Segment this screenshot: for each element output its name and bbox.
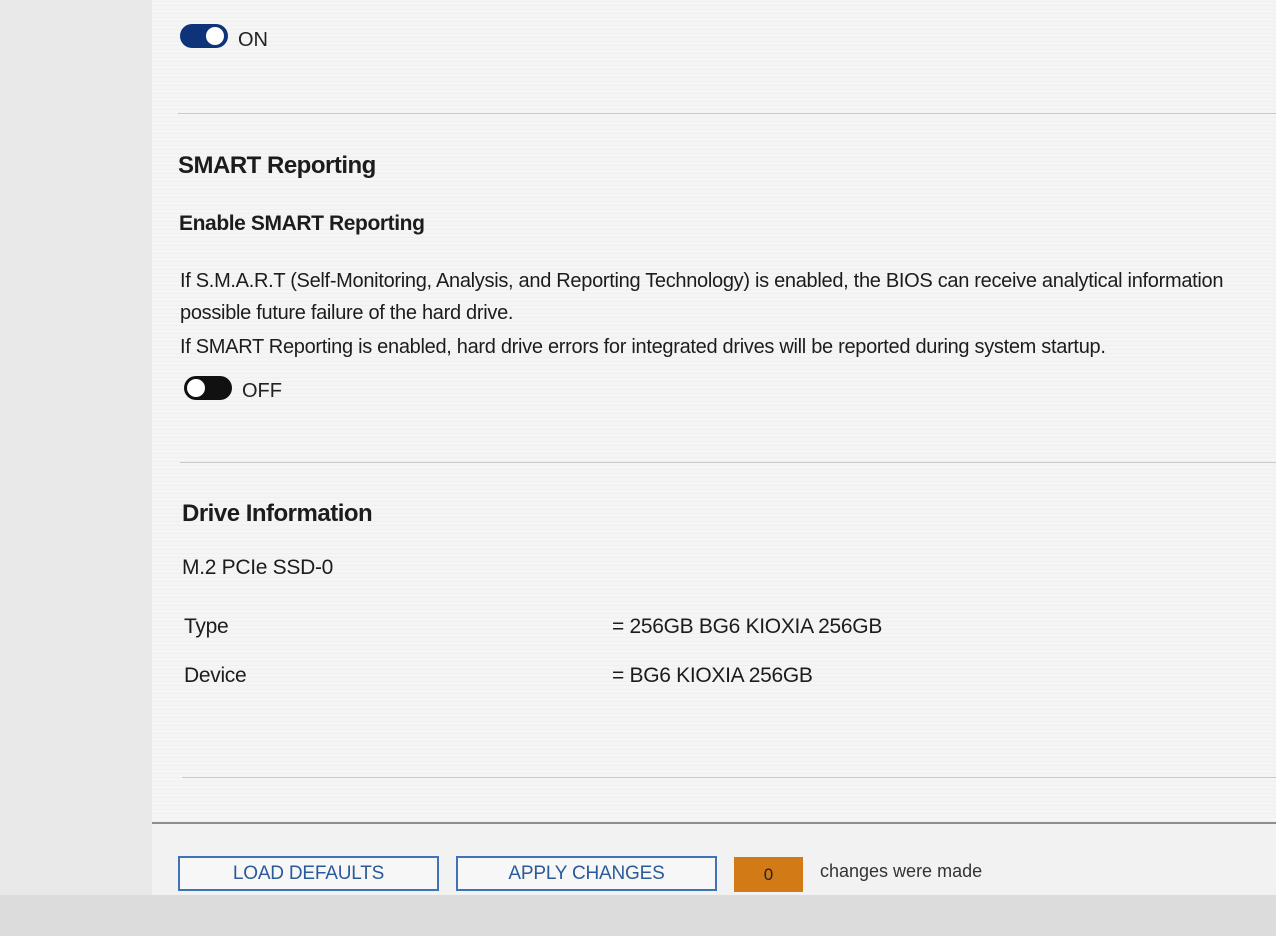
section-divider bbox=[180, 462, 1276, 463]
drive-device-key: Device bbox=[184, 664, 247, 687]
drive-type-key: Type bbox=[184, 615, 229, 638]
changes-count-badge: 0 bbox=[734, 857, 803, 892]
toggle-knob bbox=[187, 379, 205, 397]
drive-information-heading: Drive Information bbox=[182, 500, 373, 527]
smart-toggle-label: OFF bbox=[242, 380, 282, 402]
smart-description-line-3: If SMART Reporting is enabled, hard driv… bbox=[180, 336, 1106, 358]
smart-reporting-toggle[interactable] bbox=[184, 376, 232, 400]
screen-bottom-edge bbox=[0, 895, 1276, 936]
drive-device-value: = BG6 KIOXIA 256GB bbox=[612, 664, 813, 687]
smart-reporting-heading: SMART Reporting bbox=[178, 152, 376, 179]
top-toggle-label: ON bbox=[238, 29, 268, 51]
settings-panel: ON SMART Reporting Enable SMART Reportin… bbox=[152, 0, 1276, 822]
drive-name: M.2 PCIe SSD-0 bbox=[182, 556, 334, 579]
load-defaults-button[interactable]: LOAD DEFAULTS bbox=[178, 856, 439, 891]
smart-description-line-2: possible future failure of the hard driv… bbox=[180, 302, 514, 324]
top-setting-toggle[interactable] bbox=[180, 24, 228, 48]
changes-status-text: changes were made bbox=[820, 861, 983, 881]
section-divider bbox=[182, 777, 1276, 778]
enable-smart-reporting-title: Enable SMART Reporting bbox=[179, 212, 425, 235]
sidebar bbox=[0, 0, 152, 936]
section-divider bbox=[178, 113, 1276, 114]
drive-type-value: = 256GB BG6 KIOXIA 256GB bbox=[612, 615, 883, 638]
apply-changes-button[interactable]: APPLY CHANGES bbox=[456, 856, 717, 891]
toggle-knob bbox=[206, 27, 224, 45]
smart-description-line-1: If S.M.A.R.T (Self-Monitoring, Analysis,… bbox=[180, 270, 1224, 292]
